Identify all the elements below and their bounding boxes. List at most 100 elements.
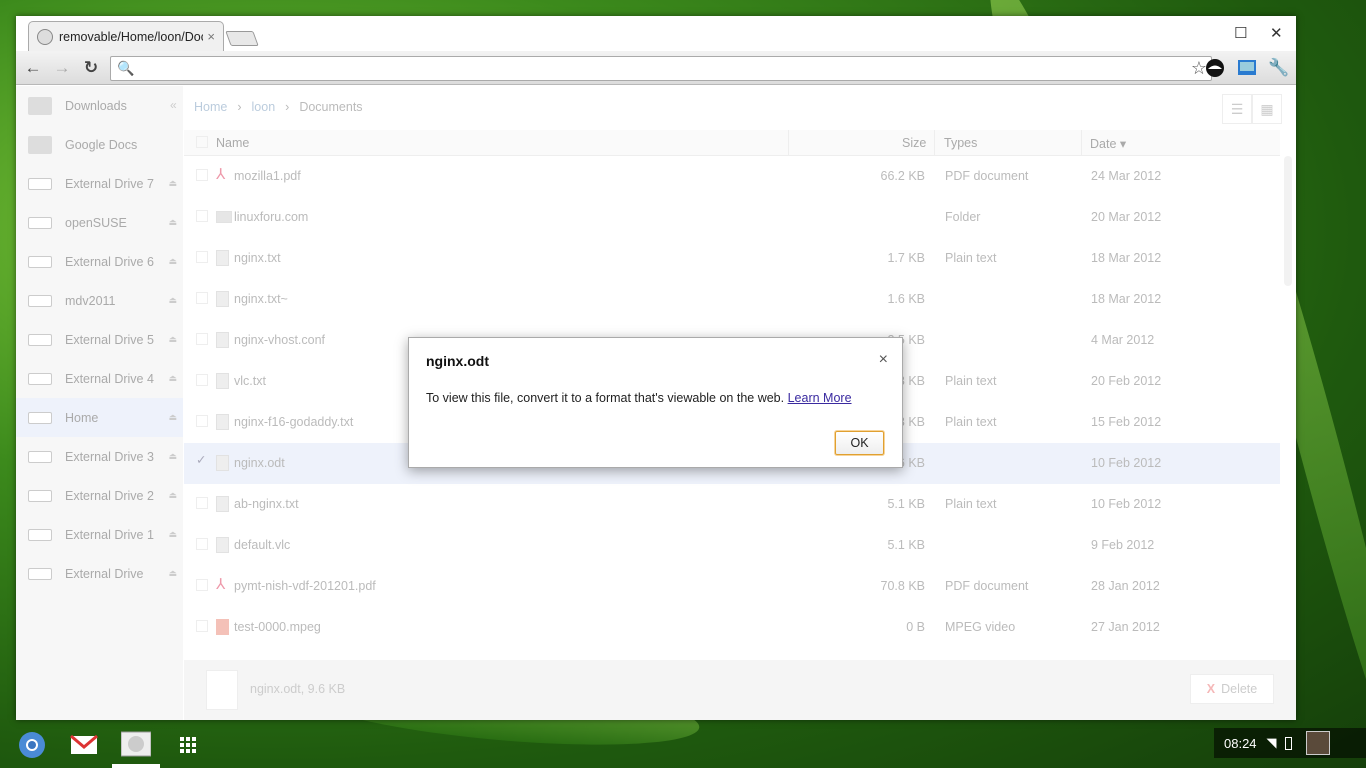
sidebar-item-label: External Drive 2 xyxy=(65,488,154,503)
sidebar-item-external-drive-3[interactable]: External Drive 3 ⏏ xyxy=(16,437,183,476)
row-checkbox[interactable] xyxy=(196,210,208,222)
file-name: nginx.odt xyxy=(234,456,285,470)
forward-icon[interactable]: → xyxy=(51,57,73,79)
new-tab-button[interactable] xyxy=(225,31,259,46)
breadcrumb-loon[interactable]: loon xyxy=(252,100,276,114)
dialog-close-icon[interactable]: × xyxy=(879,351,888,369)
sidebar-item-external-drive-5[interactable]: External Drive 5 ⏏ xyxy=(16,320,183,359)
tab-strip: removable/Home/loon/Documents × ☐ ✕ xyxy=(16,16,1296,51)
eject-icon[interactable]: ⏏ xyxy=(168,217,177,228)
grid-view-icon[interactable]: ▦ xyxy=(1252,94,1282,124)
sidebar-item-downloads[interactable]: Downloads xyxy=(16,86,183,125)
row-checkbox[interactable] xyxy=(196,169,208,181)
column-date[interactable]: Date ▾ xyxy=(1090,136,1126,151)
browser-tab[interactable]: removable/Home/loon/Documents × xyxy=(28,21,224,51)
delete-button[interactable]: X Delete xyxy=(1190,674,1274,704)
table-row[interactable]: linuxforu.com Folder 20 Mar 2012 xyxy=(184,197,1280,238)
learn-more-link[interactable]: Learn More xyxy=(788,391,852,405)
row-checkbox[interactable] xyxy=(196,497,208,509)
table-row[interactable]: default.vlc 5.1 KB 9 Feb 2012 xyxy=(184,525,1280,566)
sidebar-item-external-drive-4[interactable]: External Drive 4 ⏏ xyxy=(16,359,183,398)
row-checkbox[interactable] xyxy=(196,251,208,263)
sidebar-item-label: Downloads xyxy=(65,98,127,113)
eject-icon[interactable]: ⏏ xyxy=(168,373,177,384)
eject-icon[interactable]: ⏏ xyxy=(168,529,177,540)
eject-icon[interactable]: ⏏ xyxy=(168,178,177,189)
sidebar-item-external-drive-1[interactable]: External Drive 1 ⏏ xyxy=(16,515,183,554)
tab-title: removable/Home/loon/Documents xyxy=(59,29,203,44)
row-checkbox[interactable] xyxy=(196,579,208,591)
photo-extension-icon[interactable] xyxy=(1236,57,1258,79)
drive-icon xyxy=(28,528,52,541)
row-checkbox[interactable] xyxy=(196,333,208,345)
reload-icon[interactable]: ↻ xyxy=(80,57,102,79)
gmail-icon[interactable] xyxy=(69,730,99,760)
globe-icon xyxy=(37,28,53,45)
column-types[interactable]: Types xyxy=(944,136,977,150)
eject-icon[interactable]: ⏏ xyxy=(168,490,177,501)
omnibox[interactable]: 🔍 ☆ xyxy=(110,56,1212,81)
sidebar-item-external-drive-7[interactable]: External Drive 7 ⏏ xyxy=(16,164,183,203)
file-type: PDF document xyxy=(945,579,1029,593)
sidebar-item-external-drive[interactable]: External Drive ⏏ xyxy=(16,554,183,593)
maximize-icon[interactable]: ☐ xyxy=(1234,24,1247,42)
collapse-sidebar-icon[interactable]: « xyxy=(170,98,177,112)
table-row[interactable]: ⅄ mozilla1.pdf 66.2 KB PDF document 24 Mar 2… xyxy=(184,156,1280,197)
sidebar-item-external-drive-6[interactable]: External Drive 6 ⏏ xyxy=(16,242,183,281)
row-checkbox[interactable] xyxy=(196,374,208,386)
scrollbar[interactable] xyxy=(1284,156,1292,286)
close-window-icon[interactable]: ✕ xyxy=(1270,24,1283,42)
table-row[interactable]: ⅄ pymt-nish-vdf-201201.pdf 70.8 KB PDF docu… xyxy=(184,566,1280,607)
column-size[interactable]: Size xyxy=(902,136,926,150)
table-row[interactable]: ab-nginx.txt 5.1 KB Plain text 10 Feb 2012 xyxy=(184,484,1280,525)
close-tab-icon[interactable]: × xyxy=(207,29,215,44)
row-checkbox[interactable]: ✓ xyxy=(196,452,208,467)
drive-icon xyxy=(28,411,52,424)
drive-icon xyxy=(28,372,52,385)
eject-icon[interactable]: ⏏ xyxy=(168,412,177,423)
wrench-icon[interactable]: 🔧 xyxy=(1268,57,1290,79)
status-tray[interactable]: 08:24 ◥ xyxy=(1214,728,1366,758)
table-row[interactable]: nginx.txt 1.7 KB Plain text 18 Mar 2012 xyxy=(184,238,1280,279)
sidebar: Downloads Google Docs External Drive 7 ⏏ ope… xyxy=(16,86,183,720)
chrome-icon[interactable] xyxy=(17,730,47,760)
file-size: 0 B xyxy=(906,620,925,634)
breadcrumb-home[interactable]: Home xyxy=(194,100,227,114)
eject-icon[interactable]: ⏏ xyxy=(168,334,177,345)
sidebar-item-external-drive-2[interactable]: External Drive 2 ⏏ xyxy=(16,476,183,515)
row-checkbox[interactable] xyxy=(196,620,208,632)
back-icon[interactable]: ← xyxy=(22,57,44,79)
files-app-icon[interactable] xyxy=(121,730,151,760)
eject-icon[interactable]: ⏏ xyxy=(168,568,177,579)
file-size: 5.1 KB xyxy=(887,497,925,511)
sidebar-item-mdv2011[interactable]: mdv2011 ⏏ xyxy=(16,281,183,320)
drive-icon xyxy=(28,333,52,346)
file-size: 1.6 KB xyxy=(887,292,925,306)
list-view-icon[interactable]: ☰ xyxy=(1222,94,1252,124)
sidebar-item-label: External Drive 1 xyxy=(65,527,154,542)
breadcrumb-separator: › xyxy=(285,100,290,114)
sidebar-item-home[interactable]: Home ⏏ xyxy=(16,398,183,437)
sidebar-item-google-docs[interactable]: Google Docs xyxy=(16,125,183,164)
table-row[interactable]: nginx.txt~ 1.6 KB 18 Mar 2012 xyxy=(184,279,1280,320)
folder-icon xyxy=(216,211,232,223)
file-icon xyxy=(216,455,229,471)
extension-icon[interactable] xyxy=(1204,57,1226,79)
row-checkbox[interactable] xyxy=(196,538,208,550)
ok-button[interactable]: OK xyxy=(835,431,884,455)
app-list-icon[interactable] xyxy=(173,730,203,760)
row-checkbox[interactable] xyxy=(196,292,208,304)
file-date: 28 Jan 2012 xyxy=(1091,579,1160,593)
select-all-checkbox[interactable] xyxy=(196,136,208,148)
breadcrumb-separator: › xyxy=(237,100,242,114)
breadcrumb-documents[interactable]: Documents xyxy=(299,100,362,114)
eject-icon[interactable]: ⏏ xyxy=(168,256,177,267)
eject-icon[interactable]: ⏏ xyxy=(168,451,177,462)
column-name[interactable]: Name xyxy=(216,136,249,150)
eject-icon[interactable]: ⏏ xyxy=(168,295,177,306)
row-checkbox[interactable] xyxy=(196,415,208,427)
file-date: 18 Mar 2012 xyxy=(1091,251,1162,265)
table-row[interactable]: test-0000.mpeg 0 B MPEG video 27 Jan 2012 xyxy=(184,607,1280,648)
sidebar-item-opensuse[interactable]: openSUSE ⏏ xyxy=(16,203,183,242)
sidebar-item-label: Home xyxy=(65,410,99,425)
